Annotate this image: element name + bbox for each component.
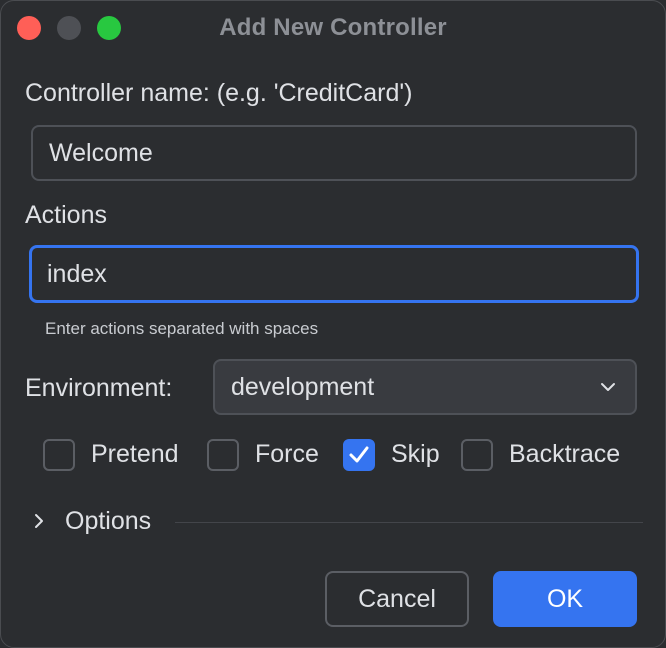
backtrace-checkbox[interactable]	[461, 439, 493, 471]
backtrace-checkbox-label[interactable]: Backtrace	[509, 440, 620, 469]
chevron-down-icon	[601, 383, 615, 391]
skip-checkbox[interactable]	[343, 439, 375, 471]
title-bar: Add New Controller	[1, 1, 665, 55]
environment-selected-value: development	[231, 372, 375, 401]
controller-name-value: Welcome	[49, 138, 153, 167]
force-checkbox-label[interactable]: Force	[255, 440, 319, 469]
window-title: Add New Controller	[219, 14, 447, 41]
ok-button[interactable]: OK	[493, 571, 637, 627]
controller-name-input[interactable]: Welcome	[31, 125, 637, 181]
chevron-right-icon[interactable]	[31, 511, 47, 531]
pretend-checkbox-label[interactable]: Pretend	[91, 440, 179, 469]
environment-select[interactable]: development	[213, 359, 637, 415]
options-toggle-label[interactable]: Options	[65, 507, 151, 536]
actions-input[interactable]: index	[29, 245, 639, 303]
cancel-button[interactable]: Cancel	[325, 571, 469, 627]
actions-label: Actions	[25, 201, 107, 229]
skip-checkbox-label[interactable]: Skip	[391, 440, 440, 469]
environment-label: Environment:	[25, 374, 173, 402]
actions-value: index	[47, 259, 107, 288]
options-divider	[175, 522, 643, 523]
pretend-checkbox[interactable]	[43, 439, 75, 471]
controller-name-label: Controller name: (e.g. 'CreditCard')	[25, 79, 413, 107]
actions-hint: Enter actions separated with spaces	[45, 319, 319, 338]
checkmark-icon	[349, 446, 369, 463]
force-checkbox[interactable]	[207, 439, 239, 471]
add-new-controller-dialog: Add New Controller Controller name: (e.g…	[0, 0, 666, 648]
